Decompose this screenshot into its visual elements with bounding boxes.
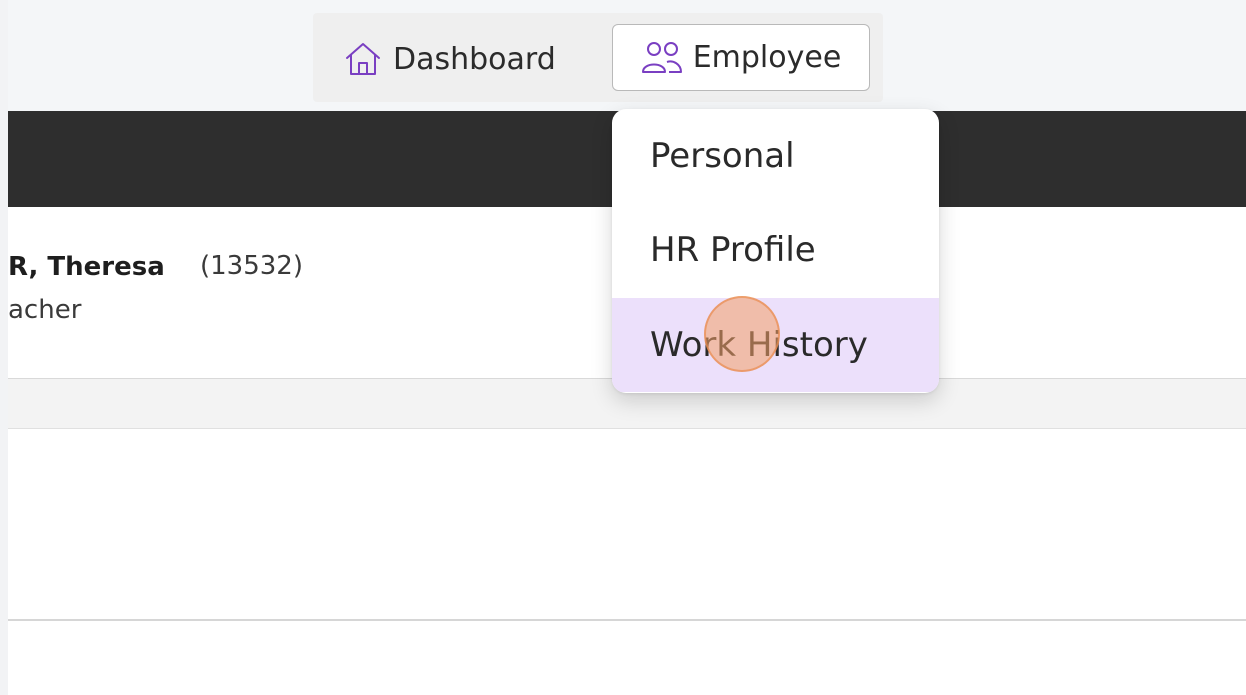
nav-employee-label: Employee [692,40,842,75]
users-icon [641,40,683,76]
menu-item-personal[interactable]: Personal [612,109,939,203]
employee-name: R, Theresa [8,252,165,282]
employee-title: acher [8,295,82,325]
left-edge-strip [0,0,8,695]
menu-item-label: HR Profile [650,230,816,270]
click-indicator [704,296,780,372]
menu-item-hr-profile[interactable]: HR Profile [612,203,939,297]
nav-dashboard-button[interactable]: Dashboard [342,36,556,82]
nav-employee-button[interactable]: Employee [612,24,870,91]
nav-dashboard-label: Dashboard [393,41,556,77]
employee-id: (13532) [200,251,303,281]
section-divider [8,619,1246,621]
home-icon [342,41,384,77]
menu-item-label: Personal [650,136,795,176]
